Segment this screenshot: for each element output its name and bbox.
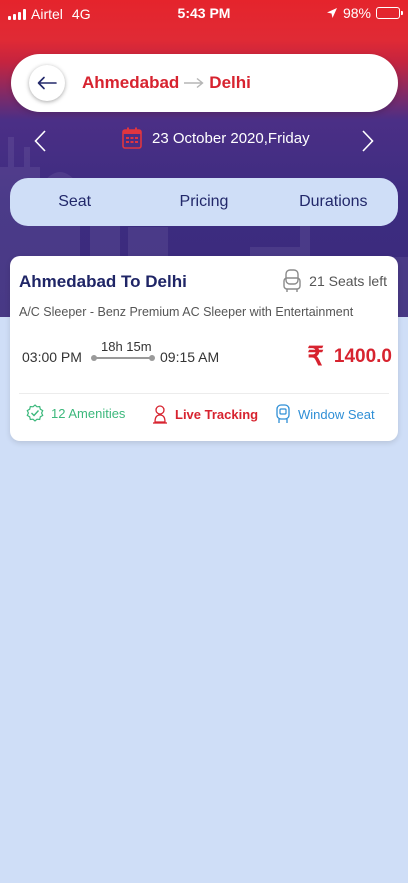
live-tracking-link[interactable]: Live Tracking [152,404,258,424]
route-header: Ahmedabad Delhi [11,54,398,112]
chevron-left-icon [34,130,46,152]
previous-date-button[interactable] [28,128,52,154]
date-selector: 23 October 2020,Friday [0,124,408,156]
window-seat-link[interactable]: Window Seat [275,404,375,424]
fare: ₹ 1400.0 [307,341,392,372]
card-divider [19,393,389,394]
next-date-button[interactable] [356,128,380,154]
rupee-icon: ₹ [307,341,324,371]
status-bar: Airtel 4G 5:43 PM 98% [0,0,408,28]
calendar-icon [122,127,142,149]
window-seat-icon [276,404,290,423]
route-title: Ahmedabad Delhi [82,73,251,93]
bus-type: A/C Sleeper - Benz Premium AC Sleeper wi… [19,305,354,319]
origin-city: Ahmedabad [82,73,180,92]
live-tracking-label: Live Tracking [175,406,259,422]
amenities-link[interactable]: 12 Amenities [26,404,125,422]
seats-available: 21 Seats left [283,269,387,293]
destination-city: Delhi [209,73,251,92]
timing-row: 03:00 PM 18h 15m 09:15 AM ₹ 1400.0 [22,339,392,372]
sort-tabs: Seat Pricing Durations [10,178,398,226]
tab-seat[interactable]: Seat [10,193,139,211]
journey-duration: 18h 15m [101,339,152,354]
bus-result-card[interactable]: Ahmedabad To Delhi 21 Seats left A/C Sle… [10,256,398,441]
route-arrow-icon [184,77,204,89]
feature-row: 12 Amenities Live Tracking Window Seat [26,404,386,426]
date-display[interactable]: 23 October 2020,Friday [122,127,310,149]
back-button[interactable] [29,65,65,101]
location-arrow-icon [326,8,337,18]
seat-icon [283,269,301,292]
tab-durations[interactable]: Durations [269,193,398,211]
bus-route-title: Ahmedabad To Delhi [19,272,187,291]
person-location-icon [153,405,167,424]
amenities-label: 12 Amenities [51,405,126,421]
tab-pricing[interactable]: Pricing [139,193,268,211]
seats-left-text: 21 Seats left [309,273,387,289]
window-seat-label: Window Seat [298,406,375,422]
check-badge-icon [26,404,44,422]
battery-icon [376,7,403,19]
duration-line [91,355,155,361]
fare-amount: 1400.0 [333,345,392,367]
arrow-left-icon [37,76,57,90]
selected-date: 23 October 2020,Friday [152,129,310,147]
chevron-right-icon [362,130,374,152]
arrival-time: 09:15 AM [160,349,220,365]
departure-time: 03:00 PM [22,349,82,365]
battery-percent: 98% [342,5,371,21]
